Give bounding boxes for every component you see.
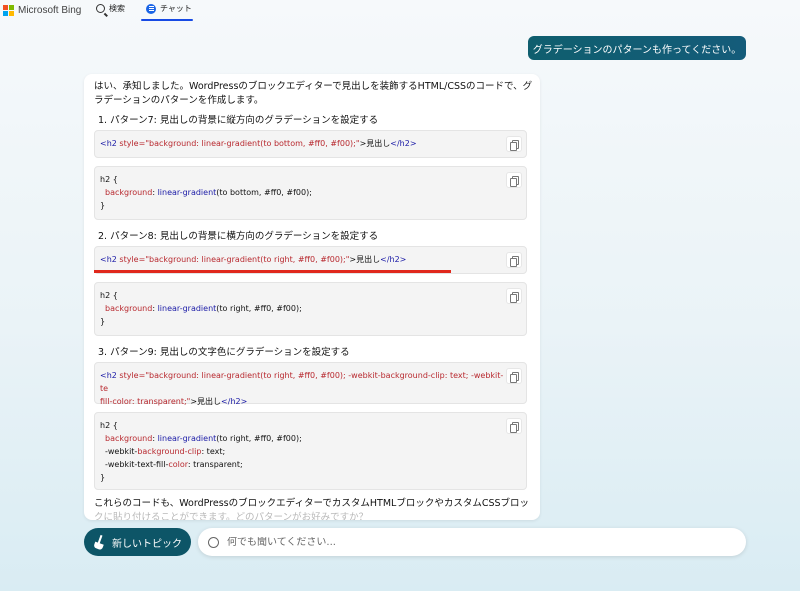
code-token: (to right, #ff0, #f00); (216, 434, 302, 443)
code-token: background (105, 188, 153, 197)
red-annotation-underline (94, 270, 451, 273)
code-block-p8-css: h2 { background: linear-gradient(to righ… (94, 282, 527, 336)
code-line: } (100, 201, 106, 210)
code-line: -webkit-text-fill-color: transparent; (100, 458, 504, 471)
code-line: h2 { (100, 421, 118, 430)
user-message-text: グラデーションのパターンも作ってください。 (532, 44, 742, 56)
code-token: 見出し (356, 255, 381, 264)
bing-logo[interactable]: Microsoft Bing (3, 5, 81, 16)
closing-text-visible: これらのコードも、WordPressのブロックエディターでカスタムHTMLブロッ… (94, 498, 530, 509)
logo-text: Microsoft Bing (18, 5, 82, 16)
code-token: : text; (201, 447, 226, 456)
code-token: linear-gradient (157, 188, 217, 197)
code-token: "background: linear-gradient(to right, #… (100, 371, 504, 393)
copy-icon[interactable] (506, 136, 522, 152)
code-token: background (105, 304, 153, 313)
code-token: -webkit-text-fill- (105, 460, 169, 469)
tab-search-label: 検索 (109, 4, 125, 13)
chat-input-icon (208, 536, 219, 548)
code-token: (to bottom, #ff0, #f00); (216, 188, 312, 197)
code-block-p9-css: h2 { background: linear-gradient(to righ… (94, 412, 527, 490)
new-topic-label: 新しいトピック (112, 538, 182, 550)
code-token: : transparent; (187, 460, 243, 469)
code-token: background (105, 434, 153, 443)
copy-icon[interactable] (506, 288, 522, 304)
bot-closing-text: これらのコードも、WordPressのブロックエディターでカスタムHTMLブロッ… (94, 497, 534, 520)
code-token: 見出し (366, 139, 391, 148)
code-line: background: linear-gradient(to bottom, #… (100, 186, 504, 199)
code-token: (to right, #ff0, #f00); (216, 304, 302, 313)
closing-text-faded: クに貼り付けることができます。どのパターンがお好みですか？ (94, 512, 369, 520)
code-token: background-clip (137, 447, 202, 456)
copy-icon[interactable] (506, 418, 522, 434)
code-line: } (100, 473, 106, 482)
code-block-p9-html: <h2 style="background: linear-gradient(t… (94, 362, 527, 406)
user-message-bubble: グラデーションのパターンも作ってください。 (528, 36, 746, 60)
chat-input[interactable] (227, 536, 707, 548)
microsoft-logo-icon (3, 5, 14, 16)
tab-chat[interactable]: チャット (146, 3, 192, 14)
code-line: background: linear-gradient(to right, #f… (100, 302, 504, 315)
code-line: <h2 style="background: linear-gradient(t… (100, 369, 504, 395)
code-token: style= (116, 255, 146, 264)
code-block-p7-html: <h2 style="background: linear-gradient(t… (94, 130, 527, 158)
pattern-7-heading: 1. パターン7: 見出しの背景に縦方向のグラデーションを設定する (98, 115, 379, 126)
code-token: </h2> (380, 255, 407, 264)
search-icon (96, 4, 105, 13)
code-token: 見出し (197, 397, 222, 406)
tab-chat-label: チャット (160, 4, 192, 13)
code-line: -webkit-background-clip: text; (100, 445, 504, 458)
code-token: style= (116, 139, 146, 148)
chat-icon (146, 3, 156, 14)
top-bar: Microsoft Bing 検索 チャット (0, 0, 800, 22)
code-line: h2 { (100, 291, 118, 300)
code-token: </h2> (221, 397, 248, 406)
code-block-p7-css: h2 { background: linear-gradient(to bott… (94, 166, 527, 220)
tab-search[interactable]: 検索 (96, 3, 125, 14)
broom-icon (92, 535, 106, 549)
code-token: color (168, 460, 188, 469)
copy-icon[interactable] (506, 172, 522, 188)
pattern-8-heading: 2. パターン8: 見出しの背景に横方向のグラデーションを設定する (98, 231, 379, 242)
code-token: <h2 (100, 255, 117, 264)
code-token: <h2 (100, 371, 117, 380)
code-line: h2 { (100, 175, 118, 184)
code-token: "background: linear-gradient(to right, #… (145, 255, 350, 264)
copy-icon[interactable] (506, 368, 522, 384)
active-tab-indicator (141, 19, 193, 21)
code-token: linear-gradient (157, 304, 217, 313)
bot-intro-text: はい、承知しました。WordPressのブロックエディターで見出しを装飾するHT… (94, 81, 533, 106)
code-token: <h2 (100, 139, 117, 148)
code-token: -webkit- (105, 447, 138, 456)
bot-response-card: はい、承知しました。WordPressのブロックエディターで見出しを装飾するHT… (84, 74, 540, 520)
code-line: fill-color: transparent;">見出し</h2> (100, 395, 504, 408)
copy-icon[interactable] (506, 252, 522, 268)
code-line: background: linear-gradient(to right, #f… (105, 434, 302, 443)
code-token: "background: linear-gradient(to bottom, … (145, 139, 360, 148)
code-token: style= (116, 371, 146, 380)
pattern-9-heading: 3. パターン9: 見出しの文字色にグラデーションを設定する (98, 347, 350, 358)
code-token: </h2> (390, 139, 417, 148)
code-token: linear-gradient (157, 434, 217, 443)
new-topic-button[interactable]: 新しいトピック (84, 528, 191, 556)
code-line: } (100, 317, 106, 326)
chat-input-bar[interactable] (198, 528, 746, 556)
code-token: fill-color: transparent;" (100, 397, 191, 406)
